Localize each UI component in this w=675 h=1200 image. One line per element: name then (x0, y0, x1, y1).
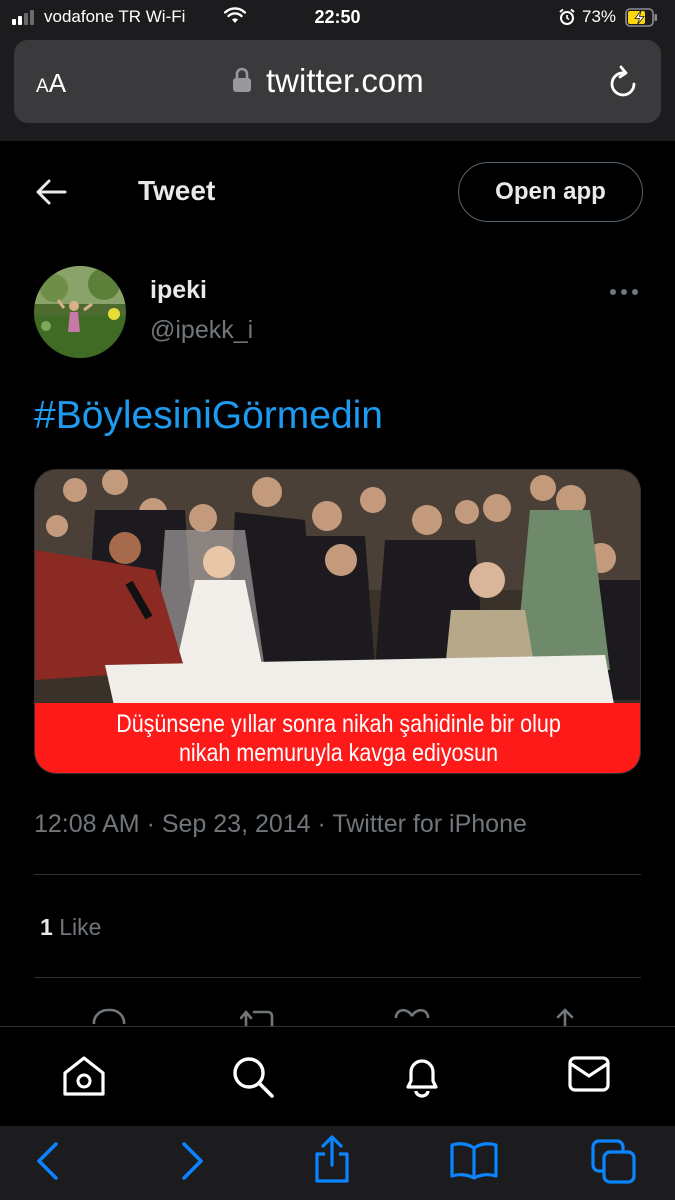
user-handle[interactable]: @ipekk_i (150, 316, 253, 345)
avatar[interactable] (34, 266, 126, 358)
like-icon[interactable] (392, 1006, 432, 1026)
text-size-button[interactable]: AA (36, 68, 66, 99)
messages-icon[interactable] (567, 1055, 611, 1093)
reply-icon[interactable] (90, 1006, 128, 1026)
retweet-icon[interactable] (240, 1006, 280, 1026)
alarm-icon (559, 8, 575, 25)
address-bar[interactable]: AA twitter.com (14, 40, 661, 123)
search-icon[interactable] (231, 1055, 275, 1099)
notifications-icon[interactable] (402, 1055, 442, 1099)
divider (34, 874, 641, 875)
display-name[interactable]: ipeki (150, 276, 207, 305)
image-caption: Düşünsene yıllar sonra nikah şahidinle b… (35, 703, 640, 773)
caption-line-2: nikah memuruyla kavga ediyosun (178, 739, 499, 767)
bookmarks-icon[interactable] (449, 1140, 499, 1180)
bottom-navigation (0, 1026, 675, 1126)
tweet-actions (34, 1002, 641, 1026)
like-count-number: 1 (40, 914, 53, 940)
tabs-icon[interactable] (590, 1138, 638, 1186)
battery-percent: 73% (582, 7, 617, 26)
like-count-label: Like (59, 914, 102, 940)
status-bar: vodafone TR Wi-Fi 22:50 73% (0, 0, 675, 36)
likes-count[interactable]: 1 Like (40, 914, 101, 941)
home-icon[interactable] (61, 1055, 107, 1097)
safari-address-area: AA twitter.com (0, 36, 675, 141)
tweet-image[interactable]: Düşünsene yıllar sonra nikah şahidinle b… (34, 469, 641, 774)
tweet-hashtag-link[interactable]: #BöylesiniGörmedin (34, 394, 383, 438)
more-options-icon[interactable] (608, 284, 640, 300)
url-text[interactable]: twitter.com (266, 62, 424, 100)
forward-icon[interactable] (180, 1140, 206, 1182)
arrow-left-icon[interactable] (34, 177, 68, 207)
tweet-header: Tweet Open app (0, 141, 675, 247)
open-app-button[interactable]: Open app (458, 162, 643, 222)
share-icon[interactable] (312, 1134, 352, 1184)
divider (34, 977, 641, 978)
lock-icon (233, 67, 251, 92)
tweet-timestamp[interactable]: 12:08 AM · Sep 23, 2014 · Twitter for iP… (34, 810, 527, 839)
share-icon[interactable] (550, 1006, 580, 1026)
back-icon[interactable] (34, 1140, 60, 1182)
page-title: Tweet (138, 175, 216, 206)
reload-icon[interactable] (607, 64, 641, 100)
safari-toolbar (0, 1126, 675, 1200)
caption-line-1: Düşünsene yıllar sonra nikah şahidinle b… (116, 710, 561, 738)
battery-charging-icon (625, 8, 657, 27)
